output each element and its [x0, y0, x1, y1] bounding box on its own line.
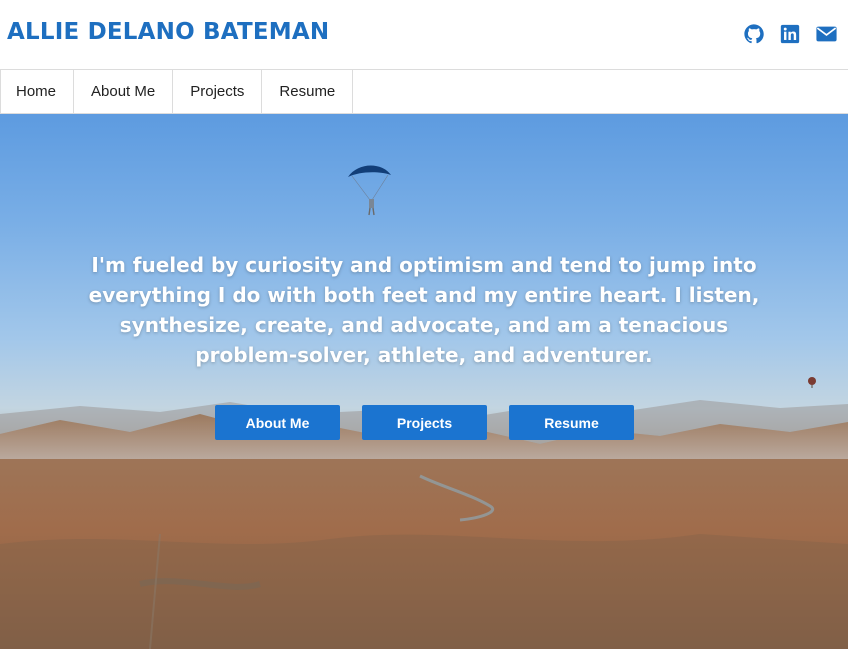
main-nav: Home About Me Projects Resume: [0, 69, 848, 114]
nav-item-about-me[interactable]: About Me: [74, 70, 174, 113]
nav-item-home[interactable]: Home: [0, 70, 75, 113]
hero-section: I'm fueled by curiosity and optimism and…: [0, 114, 848, 649]
about-me-button[interactable]: About Me: [215, 405, 340, 440]
resume-button[interactable]: Resume: [509, 405, 634, 440]
nav-item-resume[interactable]: Resume: [262, 70, 354, 113]
projects-button[interactable]: Projects: [362, 405, 487, 440]
nav-item-projects[interactable]: Projects: [173, 70, 263, 113]
site-header: ALLIE DELANO BATEMAN: [0, 0, 848, 69]
github-icon[interactable]: [743, 23, 765, 45]
hero-tagline: I'm fueled by curiosity and optimism and…: [88, 253, 760, 367]
linkedin-icon[interactable]: [779, 23, 801, 45]
hero-background-image: [0, 165, 848, 649]
site-title[interactable]: ALLIE DELANO BATEMAN: [7, 19, 329, 45]
envelope-icon[interactable]: [815, 23, 838, 45]
